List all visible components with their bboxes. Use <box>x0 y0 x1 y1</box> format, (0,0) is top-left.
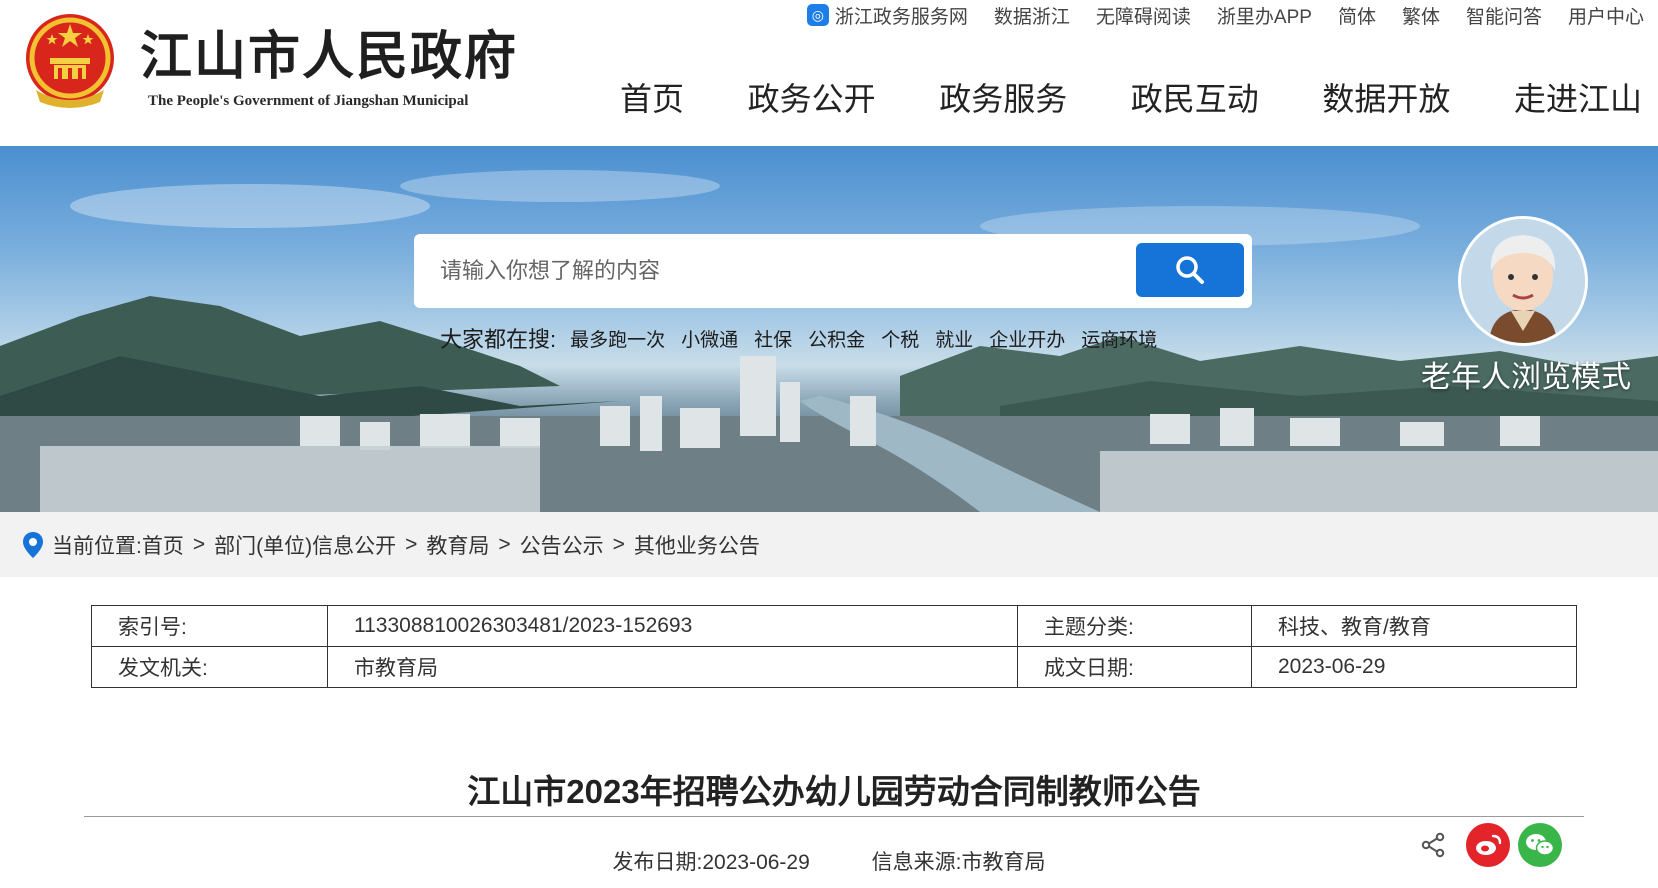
date-value: 2023-06-29 <box>1251 646 1577 688</box>
wechat-icon <box>1526 834 1555 856</box>
nav-gov-services[interactable]: 政务服务 <box>939 74 1067 124</box>
toplink-zlb-app[interactable]: 浙里办APP <box>1217 2 1312 29</box>
publish-label: 发布日期: <box>612 851 703 874</box>
hot-item-housing-fund[interactable]: 公积金 <box>808 325 865 352</box>
location-pin-icon <box>23 531 43 558</box>
search-button[interactable] <box>1136 243 1244 297</box>
nav-open-data[interactable]: 数据开放 <box>1322 74 1450 124</box>
toplink-accessibility[interactable]: 无障碍阅读 <box>1096 2 1191 29</box>
nav-gov-affairs-open[interactable]: 政务公开 <box>748 74 876 124</box>
hot-searches-label: 大家都在搜: <box>440 327 557 352</box>
topic-value: 科技、教育/教育 <box>1251 605 1577 647</box>
breadcrumb-separator: > <box>405 532 418 556</box>
elder-avatar <box>1458 216 1588 346</box>
search-icon <box>1176 256 1204 284</box>
document-info-table: 索引号: 113308810026303481/2023-152693 主题分类… <box>91 605 1577 688</box>
publish-date-group: 发布日期:2023-06-29 <box>613 851 810 874</box>
hot-item-social-security[interactable]: 社保 <box>754 325 792 352</box>
hot-item-employment[interactable]: 就业 <box>935 325 973 352</box>
issuer-label: 发文机关: <box>91 646 328 688</box>
weibo-icon <box>1476 834 1502 855</box>
hot-item-business-setup[interactable]: 企业开办 <box>989 325 1065 352</box>
site-header: 江山市人民政府 The People's Government of Jiang… <box>0 0 1658 146</box>
toplink-traditional[interactable]: 繁体 <box>1402 2 1440 29</box>
breadcrumb: 当前位置: 首页 > 部门(单位)信息公开 > 教育局 > 公告公示 > 其他业… <box>0 512 1658 577</box>
zhejiang-service-icon: ◎ <box>806 4 829 26</box>
elder-mode-label: 老年人浏览模式 <box>1421 361 1631 394</box>
issuer-value: 市教育局 <box>327 646 1018 688</box>
site-subtitle-en: The People's Government of Jiangshan Mun… <box>148 93 469 109</box>
toplink-simplified[interactable]: 简体 <box>1338 2 1376 29</box>
share-weibo-button[interactable] <box>1466 823 1510 867</box>
search-box <box>414 234 1252 308</box>
nav-about-jiangshan[interactable]: 走进江山 <box>1514 74 1642 124</box>
hero-banner: 大家都在搜: 最多跑一次 小微通 社保 公积金 个税 就业 企业开办 运商环境 … <box>0 146 1658 512</box>
source-label: 信息来源: <box>871 851 962 874</box>
breadcrumb-separator: > <box>498 532 511 556</box>
breadcrumb-home[interactable]: 首页 <box>142 530 184 560</box>
nav-interaction[interactable]: 政民互动 <box>1131 74 1259 124</box>
article-title: 江山市2023年招聘公办幼儿园劳动合同制教师公告 <box>467 773 1201 810</box>
toplink-smart-qa[interactable]: 智能问答 <box>1466 2 1542 29</box>
breadcrumb-dept-info[interactable]: 部门(单位)信息公开 <box>214 530 396 560</box>
publish-date: 2023-06-29 <box>702 851 810 874</box>
top-links: ◎ 浙江政务服务网 数据浙江 无障碍阅读 浙里办APP 简体 繁体 智能问答 用… <box>781 0 1658 30</box>
share-wechat-button[interactable] <box>1518 823 1562 867</box>
search-input[interactable] <box>440 250 1120 292</box>
hot-item-business-env[interactable]: 运商环境 <box>1081 325 1157 352</box>
share-bar <box>1420 822 1562 868</box>
hot-item-xiaoweitong[interactable]: 小微通 <box>681 325 738 352</box>
topic-label: 主题分类: <box>1017 605 1252 647</box>
elderly-person-icon <box>1461 219 1585 343</box>
breadcrumb-other-notices[interactable]: 其他业务公告 <box>634 530 760 560</box>
breadcrumb-separator: > <box>612 532 625 556</box>
source-group: 信息来源:市教育局 <box>872 851 1046 874</box>
title-divider <box>84 816 1584 817</box>
toplink-label: 浙江政务服务网 <box>834 6 968 28</box>
breadcrumb-separator: > <box>192 532 206 556</box>
hot-item-one-visit[interactable]: 最多跑一次 <box>570 325 665 352</box>
breadcrumb-label: 当前位置: <box>52 534 142 558</box>
elder-mode-button[interactable]: 老年人浏览模式 <box>1416 216 1636 394</box>
toplink-user-center[interactable]: 用户中心 <box>1568 2 1644 29</box>
date-label: 成文日期: <box>1017 646 1252 688</box>
article-meta: 发布日期:2023-06-29 信息来源:市教育局 <box>0 846 1658 876</box>
hot-searches: 大家都在搜: 最多跑一次 小微通 社保 公积金 个税 就业 企业开办 运商环境 <box>440 322 1173 354</box>
site-title[interactable]: 江山市人民政府 <box>140 14 518 89</box>
share-icon[interactable] <box>1420 832 1446 858</box>
table-row: 发文机关: 市教育局 成文日期: 2023-06-29 <box>91 646 1577 688</box>
national-emblem-icon <box>26 14 114 108</box>
toplink-zhejiang-service[interactable]: ◎ 浙江政务服务网 <box>806 2 968 29</box>
nav-home[interactable]: 首页 <box>620 74 684 124</box>
index-value: 113308810026303481/2023-152693 <box>327 605 1018 647</box>
table-row: 索引号: 113308810026303481/2023-152693 主题分类… <box>91 605 1577 647</box>
breadcrumb-notices[interactable]: 公告公示 <box>520 530 604 560</box>
source-value: 市教育局 <box>961 851 1046 874</box>
index-label: 索引号: <box>91 605 328 647</box>
breadcrumb-education-bureau[interactable]: 教育局 <box>426 530 489 560</box>
main-nav: 首页 政务公开 政务服务 政民互动 数据开放 走进江山 <box>620 74 1658 124</box>
hot-item-income-tax[interactable]: 个税 <box>881 325 919 352</box>
toplink-data-zhejiang[interactable]: 数据浙江 <box>994 2 1070 29</box>
